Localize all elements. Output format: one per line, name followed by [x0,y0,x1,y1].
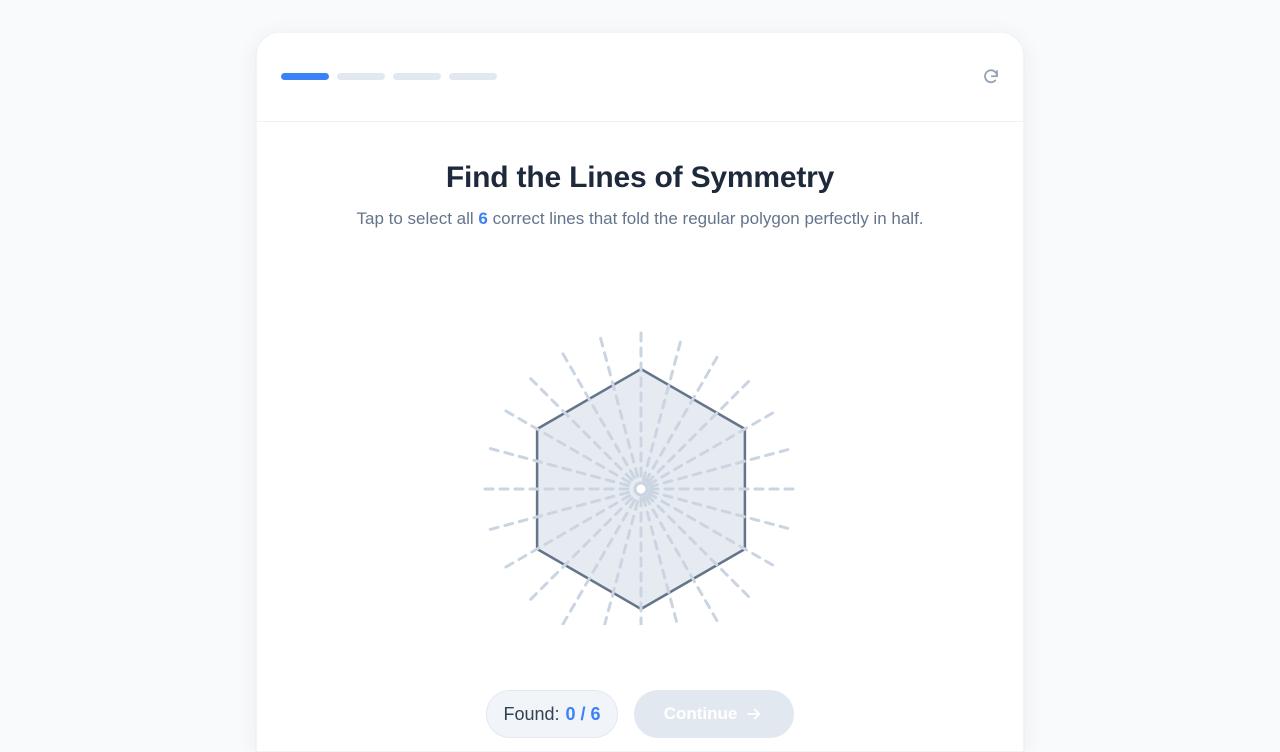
progress-step-2 [337,73,385,80]
instructions-lead: Tap to select all [356,209,474,228]
arrow-right-icon [747,708,761,720]
continue-label: Continue [663,704,738,723]
progress-step-4 [449,73,497,80]
page-title: Find the Lines of Symmetry [445,161,835,194]
progress-step-1 [281,73,329,80]
found-counter: Found: 0 / 6 [486,690,618,738]
continue-button[interactable]: Continue [633,690,794,738]
symmetry-board [481,289,801,647]
found-label: Found: [503,703,560,724]
action-bar: Found: 0 / 6 Continue [257,690,1023,738]
refresh-icon [984,69,998,84]
instructions: Tap to select all 6 correct lines that f… [257,209,1023,229]
reset-button[interactable] [979,65,1003,89]
target-count: 6 [478,209,488,228]
progress-step-3 [393,73,441,80]
symmetry-canvas [483,331,799,647]
instructions-tail: correct lines that fold the regular poly… [492,209,924,228]
progress-indicator [281,73,497,80]
quiz-card: Find the Lines of Symmetry Tap to select… [256,32,1024,752]
center-point [633,481,649,497]
found-value: 0 / 6 [565,703,601,724]
card-header [257,33,1023,122]
